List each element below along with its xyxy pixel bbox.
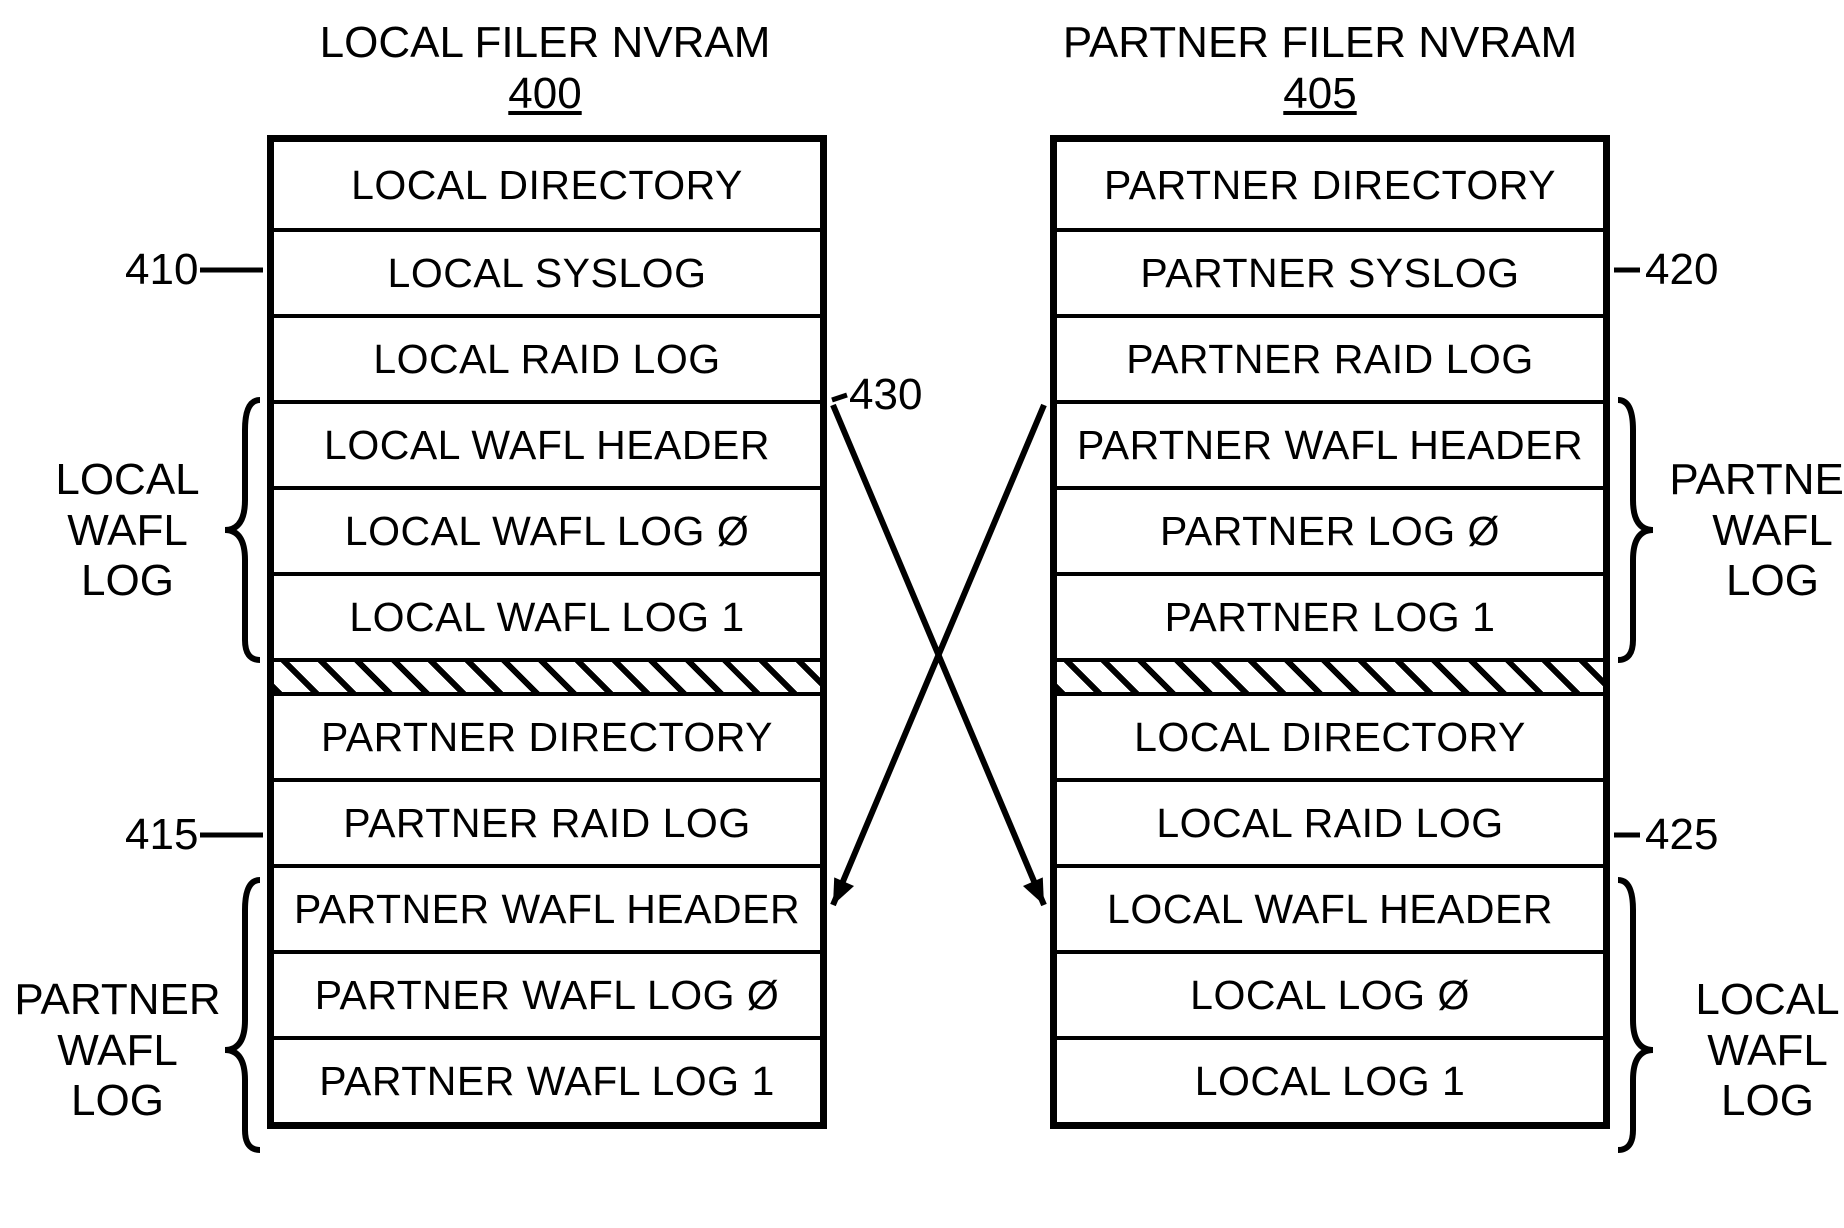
- row: LOCAL LOG 1: [1057, 1036, 1603, 1122]
- row: PARTNER WAFL HEADER: [274, 864, 820, 950]
- arrowhead-right-to-left: [828, 874, 856, 905]
- brace-label-partner-wafl: PARTNER WAFL LOG: [10, 975, 225, 1127]
- arrow-left-to-right: [833, 405, 1044, 905]
- brace-right-top: [1618, 400, 1653, 660]
- ref-420: 420: [1645, 245, 1718, 295]
- local-nvram-box: LOCAL DIRECTORY LOCAL SYSLOG LOCAL RAID …: [267, 135, 827, 1129]
- right-title-number: 405: [1005, 69, 1635, 120]
- row: LOCAL RAID LOG: [274, 314, 820, 400]
- hatched-divider: [1057, 658, 1603, 692]
- diagram-canvas: LOCAL FILER NVRAM 400 PARTNER FILER NVRA…: [0, 0, 1844, 1228]
- row: PARTNER DIRECTORY: [1057, 142, 1603, 228]
- brace-label-local-wafl: LOCAL WAFL LOG: [40, 455, 215, 607]
- row: PARTNER WAFL LOG Ø: [274, 950, 820, 1036]
- row: PARTNER WAFL LOG 1: [274, 1036, 820, 1122]
- brace-left-bottom: [225, 880, 260, 1150]
- row: LOCAL WAFL HEADER: [1057, 864, 1603, 950]
- brace-left-top: [225, 400, 260, 660]
- row: PARTNER RAID LOG: [274, 778, 820, 864]
- row: PARTNER LOG Ø: [1057, 486, 1603, 572]
- left-title-block: LOCAL FILER NVRAM 400: [265, 18, 825, 119]
- left-title: LOCAL FILER NVRAM: [265, 18, 825, 69]
- ref-410: 410: [125, 245, 198, 295]
- row: PARTNER SYSLOG: [1057, 228, 1603, 314]
- row: PARTNER WAFL HEADER: [1057, 400, 1603, 486]
- row: LOCAL DIRECTORY: [1057, 692, 1603, 778]
- row: LOCAL RAID LOG: [1057, 778, 1603, 864]
- brace-right-bottom: [1618, 880, 1653, 1150]
- row: LOCAL LOG Ø: [1057, 950, 1603, 1036]
- arrow-right-to-left: [833, 405, 1044, 905]
- ref-425: 425: [1645, 810, 1718, 860]
- row: LOCAL SYSLOG: [274, 228, 820, 314]
- right-title-block: PARTNER FILER NVRAM 405: [1005, 18, 1635, 119]
- arrowhead-left-to-right: [1020, 874, 1048, 905]
- left-title-number: 400: [265, 69, 825, 120]
- partner-nvram-box: PARTNER DIRECTORY PARTNER SYSLOG PARTNER…: [1050, 135, 1610, 1129]
- row: PARTNER DIRECTORY: [274, 692, 820, 778]
- row: LOCAL DIRECTORY: [274, 142, 820, 228]
- hatched-divider: [274, 658, 820, 692]
- ref-415: 415: [125, 810, 198, 860]
- brace-label-local-wafl-right: LOCAL WAFL LOG: [1680, 975, 1844, 1127]
- row: LOCAL WAFL LOG 1: [274, 572, 820, 658]
- right-title: PARTNER FILER NVRAM: [1005, 18, 1635, 69]
- leader-430: [832, 395, 847, 400]
- row: LOCAL WAFL LOG Ø: [274, 486, 820, 572]
- brace-label-partner-wafl-right: PARTNER WAFL LOG: [1665, 455, 1844, 607]
- ref-430: 430: [849, 370, 922, 420]
- row: LOCAL WAFL HEADER: [274, 400, 820, 486]
- row: PARTNER LOG 1: [1057, 572, 1603, 658]
- row: PARTNER RAID LOG: [1057, 314, 1603, 400]
